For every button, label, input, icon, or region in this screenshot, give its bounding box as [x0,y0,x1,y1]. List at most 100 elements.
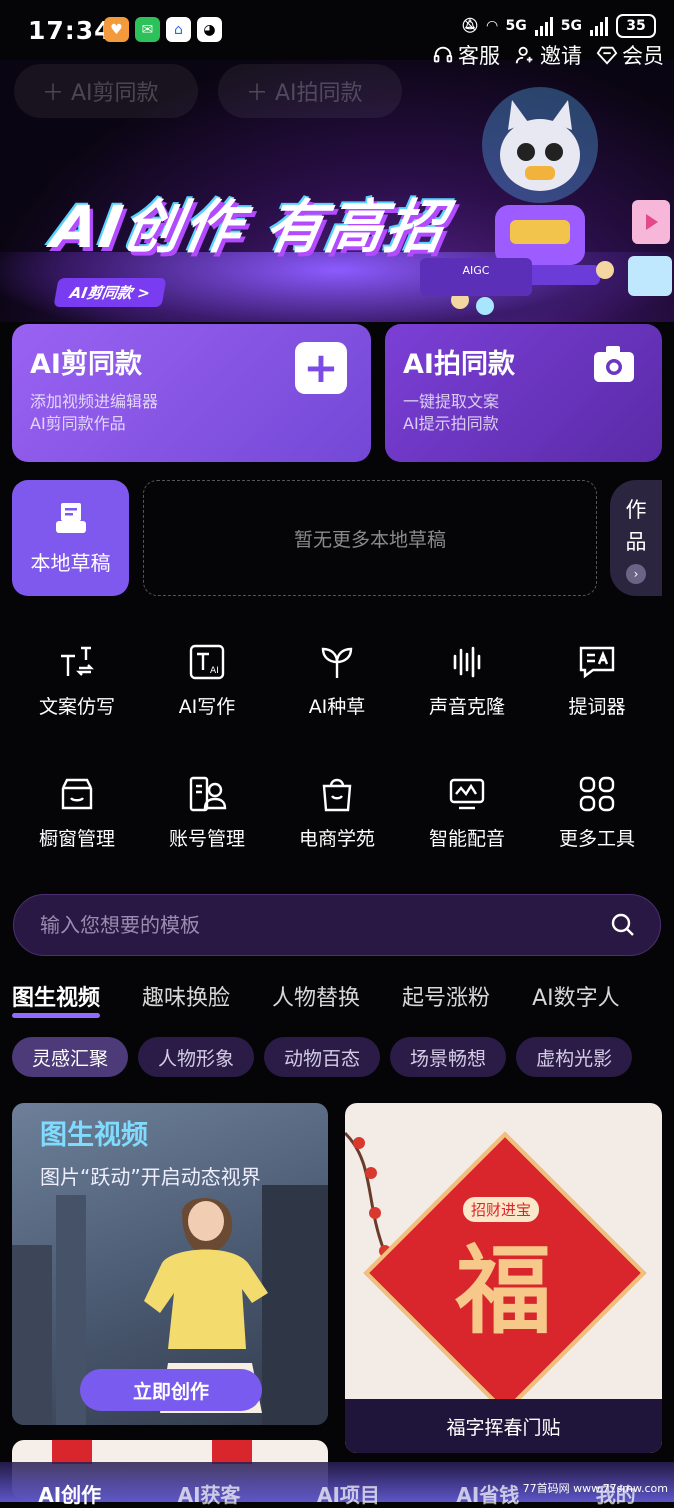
ai-cut-card[interactable]: AI剪同款 添加视频进编辑器 AI剪同款作品 + [12,324,371,462]
banner-title: AI创作 有高招 [47,193,452,261]
ai-shoot-desc-2: AI提示拍同款 [403,414,499,433]
watermark: 77首码网 www.77smw.com [522,1482,668,1495]
person-add-icon [515,46,533,64]
nav-ai-projects[interactable]: AI项目 [317,1479,380,1508]
tool-label: 更多工具 [558,828,635,850]
invite-label: 邀请 [540,44,582,68]
sprout-icon [321,647,353,678]
tab-person-replace[interactable]: 人物替换 [272,980,360,1012]
banner-tag-button[interactable]: AI剪同款 > [53,278,167,307]
smart-dubbing-icon [449,778,485,810]
chip-fictional-light[interactable]: 虚构光影 [516,1037,633,1077]
card3-decoration [52,1440,92,1464]
chip-inspiration[interactable]: 灵感汇聚 [12,1037,129,1077]
app-shield-icon: ⌂ [166,17,191,42]
tool-label: 声音克隆 [428,696,505,718]
tool-ecommerce-academy[interactable]: 电商学苑 [272,774,402,851]
signal-icon-2 [590,16,608,36]
camera-icon [594,346,634,382]
tool-label: AI写作 [178,696,236,718]
tab-face-swap[interactable]: 趣味换脸 [142,980,230,1012]
membership-link[interactable]: 会员 [596,40,664,70]
tool-label: AI种草 [308,696,366,718]
filter-chips: 灵感汇聚 人物形象 动物百态 场景畅想 虚构光影 [12,1037,633,1077]
tab-image-to-video[interactable]: 图生视频 [12,980,101,1018]
tab-digital-human[interactable]: AI数字人 [532,980,620,1012]
template-search-bar [13,894,661,956]
mute-icon: 🔕︎ [460,18,479,34]
tool-copywriting-rewrite[interactable]: 文案仿写 [12,642,142,719]
headset-icon [433,46,453,63]
tool-smart-dubbing[interactable]: 智能配音 [402,774,532,851]
text-rewrite-icon [61,646,94,676]
shopping-bag-icon [322,778,352,812]
ai-write-icon: AI [189,644,225,680]
chevron-right-icon: › [626,564,646,584]
nav-ai-savings[interactable]: AI省钱 [456,1479,519,1508]
create-now-button[interactable]: 立即创作 [80,1369,262,1411]
tool-label: 提词器 [568,696,626,718]
template-card-fu-couplet[interactable]: 招财进宝 福 福字挥春门贴 [345,1103,662,1453]
network-label-2: 5G [560,18,582,34]
ai-shoot-desc-1: 一键提取文案 [403,392,500,411]
tool-storefront[interactable]: 橱窗管理 [12,774,142,851]
invite-link[interactable]: 邀请 [514,40,582,70]
signal-icon [534,16,553,36]
chip-animals[interactable]: 动物百态 [264,1037,381,1077]
tool-ai-writing[interactable]: AI AI写作 [142,642,272,719]
drafts-empty-state: 暂无更多本地草稿 [143,480,597,596]
tool-more[interactable]: 更多工具 [532,774,662,851]
card1-subtitle: 图片“跃动”开启动态视界 [40,1165,261,1189]
svg-text:AI: AI [210,666,219,676]
local-drafts-label: 本地草稿 [30,550,111,575]
plus-icon: + [295,342,347,394]
ai-cut-desc-1: 添加视频进编辑器 [30,392,159,411]
nav-ai-customers[interactable]: AI获客 [178,1479,241,1508]
tool-label: 文案仿写 [38,696,115,718]
storefront-icon [61,778,93,810]
status-time: 17:34 [28,16,113,45]
tab-grow-followers[interactable]: 起号涨粉 [402,980,490,1012]
local-drafts-button[interactable]: 本地草稿 [12,480,129,596]
tool-ai-seeding[interactable]: AI种草 [272,642,402,719]
ai-cut-desc-2: AI剪同款作品 [30,414,126,433]
customer-service-link[interactable]: 客服 [432,40,500,70]
card2-caption: 福字挥春门贴 [345,1399,662,1453]
nav-ai-create[interactable]: AI创作 [38,1479,101,1508]
tool-label: 智能配音 [428,828,505,850]
works-tab[interactable]: 作 品 › [610,480,662,596]
search-icon[interactable] [610,912,636,938]
chip-character[interactable]: 人物形象 [138,1037,255,1077]
battery-icon: 35 [616,14,656,38]
tool-account-management[interactable]: 账号管理 [142,774,272,851]
account-icon [189,776,227,812]
tool-voice-clone[interactable]: 声音克隆 [402,642,532,719]
qq-icon: ◕ [197,17,222,42]
tool-label: 橱窗管理 [38,828,115,850]
fu-character: 福 [455,1235,552,1347]
card3-decoration-2 [212,1440,252,1464]
diamond-icon [596,46,618,65]
ai-shoot-card[interactable]: AI拍同款 一键提取文案 AI提示拍同款 [385,324,662,462]
ghost-shoot-pill: ＋ AI拍同款 [218,64,402,118]
voice-clone-icon [453,646,481,678]
template-search-input[interactable] [38,912,610,938]
draft-box-icon [55,502,86,533]
template-card-image-to-video[interactable]: 图生视频 图片“跃动”开启动态视界 立即创作 [12,1103,328,1425]
ghost-cut-pill: ＋ AI剪同款 [14,64,198,118]
category-tabs: 图生视频 趣味换脸 人物替换 起号涨粉 AI数字人 [12,980,620,1018]
tool-teleprompter[interactable]: 提词器 [532,642,662,719]
teleprompter-icon [579,646,615,679]
status-right: 🔕︎ ◠ 5G 5G 35 [461,14,656,38]
card1-title: 图生视频 [40,1120,148,1151]
tool-label: 电商学苑 [298,828,375,850]
network-label: 5G [505,18,527,34]
works-label-1: 作 [625,498,647,522]
top-links: 客服 邀请 会员 [432,40,664,70]
wifi-icon: ◠ [486,18,498,34]
tv-screens-decoration [628,200,672,296]
membership-label: 会员 [622,44,664,68]
app-notification-icon: ♥ [104,17,129,42]
chip-scenes[interactable]: 场景畅想 [390,1037,507,1077]
works-label-2: 品 [625,530,647,554]
